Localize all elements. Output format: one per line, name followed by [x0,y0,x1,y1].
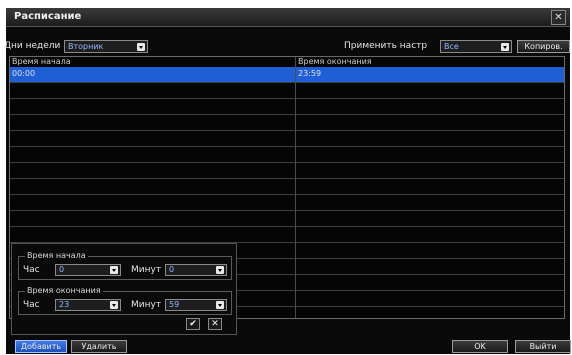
window-title: Расписание [14,11,82,22]
start-minute-label: Минут [131,265,162,275]
end-hour-value: 23 [59,300,70,309]
row-end-time: 23:59 [298,69,322,78]
table-row[interactable] [10,227,564,243]
start-hour-select[interactable]: 0 [55,264,121,276]
apply-select-value: Все [444,42,459,51]
column-divider [295,57,296,318]
start-hour-label: Час [23,265,40,275]
start-hour-value: 0 [59,265,65,274]
end-hour-select[interactable]: 23 [55,299,121,311]
end-minute-value: 59 [169,300,180,309]
start-minute-value: 0 [169,265,175,274]
table-row[interactable] [10,195,564,211]
end-hour-label: Час [23,300,40,310]
start-minute-select[interactable]: 0 [165,264,227,276]
chevron-down-icon [110,266,118,274]
delete-button[interactable]: Удалить [71,340,127,353]
table-row[interactable] [10,163,564,179]
day-select[interactable]: Вторник [64,40,148,53]
table-row[interactable]: 00:00 23:59 [10,67,564,83]
start-time-group: Время начала Час 0 Минут 0 [18,251,232,280]
table-row[interactable] [10,99,564,115]
table-row[interactable] [10,83,564,99]
add-button[interactable]: Добавить [15,340,67,353]
chevron-down-icon [137,43,145,51]
days-label: Дни недели [4,41,61,51]
start-time-legend: Время начала [25,251,88,260]
exit-button[interactable]: Выйти [515,340,571,353]
row-start-time: 00:00 [12,69,36,78]
copy-button[interactable]: Копиров. [517,40,570,53]
chevron-down-icon [501,43,509,51]
chevron-down-icon [110,301,118,309]
confirm-icon[interactable]: ✔ [186,318,200,330]
day-select-value: Вторник [68,42,104,51]
column-header-start: Время начала [12,57,71,66]
table-row[interactable] [10,147,564,163]
cancel-icon[interactable]: ✕ [208,318,222,330]
column-header-end: Время окончания [298,57,372,66]
end-time-group: Время окончания Час 23 Минут 59 [18,286,232,315]
chevron-down-icon [216,301,224,309]
title-bar: Расписание ✕ [6,8,570,27]
apply-label: Применить настр [344,41,428,51]
table-row[interactable] [10,211,564,227]
chevron-down-icon [216,266,224,274]
close-button[interactable]: ✕ [551,10,566,25]
apply-select[interactable]: Все [440,40,512,53]
end-minute-label: Минут [131,300,162,310]
end-minute-select[interactable]: 59 [165,299,227,311]
ok-button[interactable]: OK [452,340,508,353]
end-time-legend: Время окончания [25,286,103,295]
table-row[interactable] [10,115,564,131]
time-editor-panel: Время начала Час 0 Минут 0 Время окончан… [11,243,237,335]
table-row[interactable] [10,179,564,195]
table-row[interactable] [10,131,564,147]
